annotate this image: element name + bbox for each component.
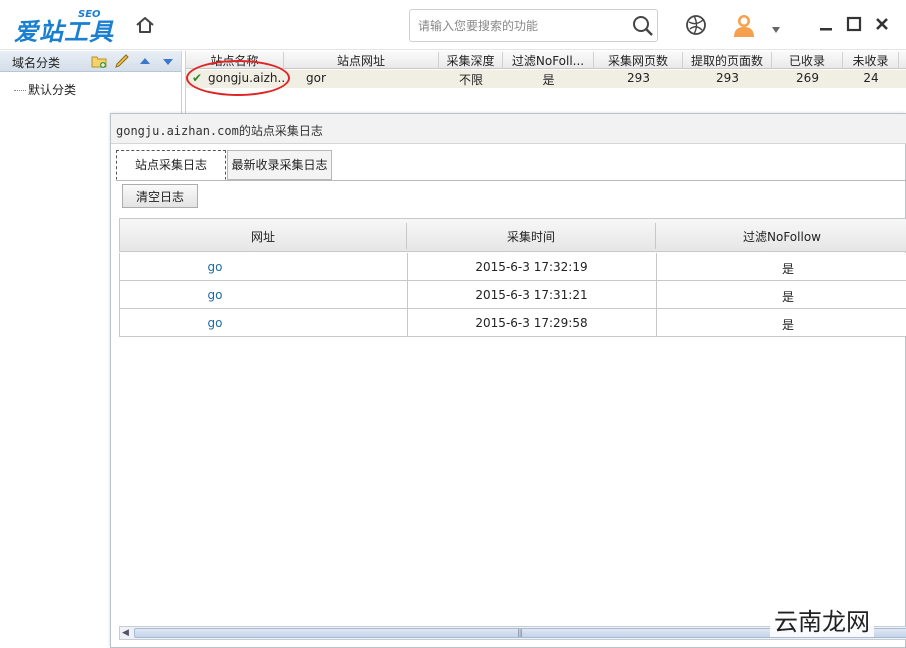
sites-table-header: 站点名称 站点网址 采集深度 过滤NoFoll... 采集网页数 提取的页面数 … — [186, 51, 906, 69]
row-time: 2015-6-3 17:32:19 — [475, 260, 588, 274]
column-header[interactable]: 采集网页数 — [594, 52, 683, 69]
home-icon[interactable] — [134, 14, 156, 36]
scrollbar-grip-icon: ||| — [517, 628, 523, 637]
add-folder-icon[interactable] — [91, 54, 107, 69]
crawl-log-panel: gongju.aizhan.com的站点采集日志 站点采集日志 最新收录采集日志… — [110, 113, 906, 648]
not-indexed-count: 24 — [863, 71, 879, 85]
extracted-count: 293 — [716, 71, 739, 85]
sites-table: 站点名称 站点网址 采集深度 过滤NoFoll... 采集网页数 提取的页面数 … — [185, 51, 906, 113]
watermark: 云南龙网 — [770, 602, 874, 637]
table-row[interactable]: go 2015-6-3 17:29:58 是 — [119, 309, 906, 337]
logo-seo: SEO — [78, 9, 101, 20]
title-bar: 爱站工具包 SEO — [0, 0, 906, 81]
move-up-icon[interactable] — [137, 54, 153, 69]
search-icon[interactable] — [632, 15, 654, 37]
column-header[interactable]: 过滤NoFollow — [656, 228, 906, 245]
crawl-depth: 不限 — [458, 73, 483, 87]
minimize-icon[interactable] — [818, 16, 834, 32]
scroll-left-icon[interactable]: ◀ — [122, 628, 129, 638]
panel-title-bar: gongju.aizhan.com的站点采集日志 — [111, 114, 906, 144]
row-url[interactable]: go — [120, 260, 310, 274]
filter-nofollow: 是 — [542, 73, 555, 87]
row-url[interactable]: go — [120, 316, 310, 330]
edit-pencil-icon[interactable] — [114, 54, 130, 69]
tree-item-label: 默认分类 — [28, 83, 77, 97]
crawled-count: 293 — [627, 71, 650, 85]
column-header[interactable]: 已收录 — [772, 52, 843, 69]
tree-item-default[interactable]: 默认分类 — [14, 81, 76, 98]
row-time: 2015-6-3 17:29:58 — [475, 316, 588, 330]
close-icon[interactable] — [874, 16, 890, 32]
log-table-header: 网址 采集时间 过滤NoFollow — [119, 218, 906, 252]
table-row[interactable]: go 2015-6-3 17:32:19 是 — [119, 253, 906, 281]
column-header[interactable]: 采集深度 — [439, 52, 503, 69]
indexed-count: 269 — [796, 71, 819, 85]
tab-latest-index-log[interactable]: 最新收录采集日志 — [227, 150, 332, 180]
search-box[interactable] — [409, 9, 658, 42]
row-nofollow: 是 — [781, 290, 794, 304]
app-logo: 爱站工具包 SEO — [14, 8, 114, 81]
user-avatar-icon[interactable] — [732, 12, 756, 38]
column-header[interactable]: 站点网址 — [284, 52, 439, 69]
table-row[interactable]: ✔ gongju.aizh... gor 不限 是 293 293 269 24 — [186, 70, 906, 88]
row-nofollow: 是 — [781, 262, 794, 276]
column-header[interactable]: 采集时间 — [407, 228, 655, 245]
table-row[interactable]: go 2015-6-3 17:31:21 是 — [119, 281, 906, 309]
maximize-icon[interactable] — [846, 16, 862, 32]
column-header[interactable]: 提取的页面数 — [683, 52, 772, 69]
clear-log-button[interactable]: 清空日志 — [122, 184, 198, 208]
sidebar-header: 域名分类 — [0, 51, 181, 72]
column-header[interactable]: 网址 — [120, 228, 406, 245]
column-header[interactable]: 过滤NoFoll... — [503, 52, 594, 69]
sidebar-header-label: 域名分类 — [12, 56, 61, 70]
row-url[interactable]: go — [120, 288, 310, 302]
search-input[interactable] — [418, 16, 623, 36]
column-header[interactable]: 未收录 — [843, 52, 899, 69]
panel-title: gongju.aizhan.com的站点采集日志 — [116, 124, 323, 138]
row-time: 2015-6-3 17:31:21 — [475, 288, 588, 302]
chevron-down-icon[interactable] — [772, 22, 780, 33]
globe-icon[interactable] — [685, 14, 707, 36]
site-url: gor — [306, 71, 326, 85]
row-nofollow: 是 — [781, 318, 794, 332]
tab-site-crawl-log[interactable]: 站点采集日志 — [116, 150, 226, 180]
move-down-icon[interactable] — [160, 54, 176, 69]
highlight-ellipse — [186, 60, 290, 96]
